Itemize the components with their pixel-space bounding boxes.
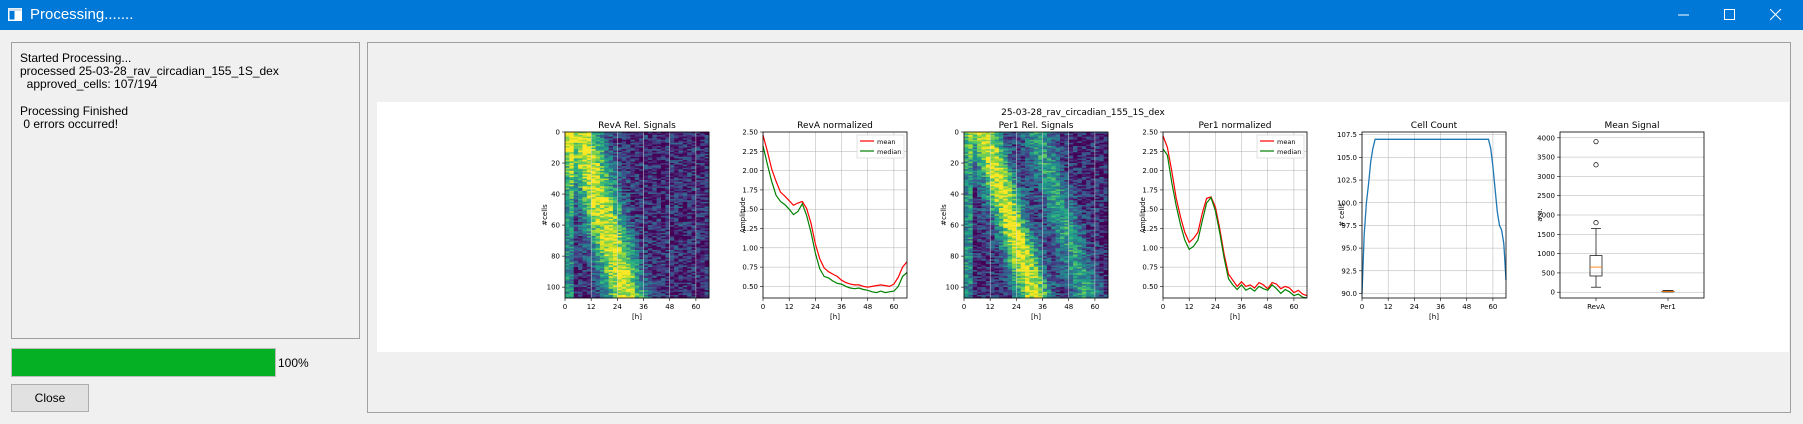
window-app-icon xyxy=(8,8,22,21)
figure-svg: 25-03-28_rav_circadian_155_1S_dex 0 12 24 36… xyxy=(541,108,1705,321)
log-text: Started Processing... processed 25-03-28_… xyxy=(20,51,279,132)
y-tick-label: 40 xyxy=(551,191,560,199)
x-tick-label: 36 xyxy=(639,303,648,311)
heatmap xyxy=(964,132,1109,299)
heatmap xyxy=(565,132,710,299)
y-tick-label: 20 xyxy=(551,160,560,168)
y-tick-label: 100 xyxy=(547,284,560,292)
axes-title: RevA Rel. Signals xyxy=(598,121,676,131)
figure-suptitle: 25-03-28_rav_circadian_155_1S_dex xyxy=(1001,108,1165,118)
progress-label: 100% xyxy=(278,356,309,370)
x-tick-label: 0 xyxy=(563,303,567,311)
y-tick-label: 0 xyxy=(556,129,560,137)
log-line: 0 errors occurred! xyxy=(20,117,119,132)
window-title: Processing....... xyxy=(30,6,134,23)
y-tick-label: 60 xyxy=(551,222,560,230)
close-button[interactable]: Close xyxy=(11,384,89,412)
y-tick-label: 80 xyxy=(551,253,560,261)
x-tick-label: 24 xyxy=(613,303,622,311)
minimize-icon xyxy=(1678,14,1689,16)
minimize-button[interactable] xyxy=(1661,0,1707,30)
progress-fill xyxy=(12,349,275,376)
x-axis-label: [h] xyxy=(632,313,642,321)
title-bar: Processing....... xyxy=(0,0,1803,30)
x-tick-label: 48 xyxy=(665,303,674,311)
close-icon xyxy=(1770,9,1782,21)
progress-bar xyxy=(11,348,276,377)
figure-canvas: 25-03-28_rav_circadian_155_1S_dex 0 12 24 36… xyxy=(377,102,1789,352)
log-output[interactable]: Started Processing... processed 25-03-28_… xyxy=(11,42,360,339)
y-axis-label: #cells xyxy=(541,204,549,226)
x-tick-label: 60 xyxy=(691,303,700,311)
x-tick-label: 12 xyxy=(587,303,596,311)
close-window-button[interactable] xyxy=(1753,0,1799,30)
log-line: approved_cells: 107/194 xyxy=(20,77,158,92)
maximize-icon xyxy=(1724,9,1735,20)
maximize-button[interactable] xyxy=(1707,0,1753,30)
